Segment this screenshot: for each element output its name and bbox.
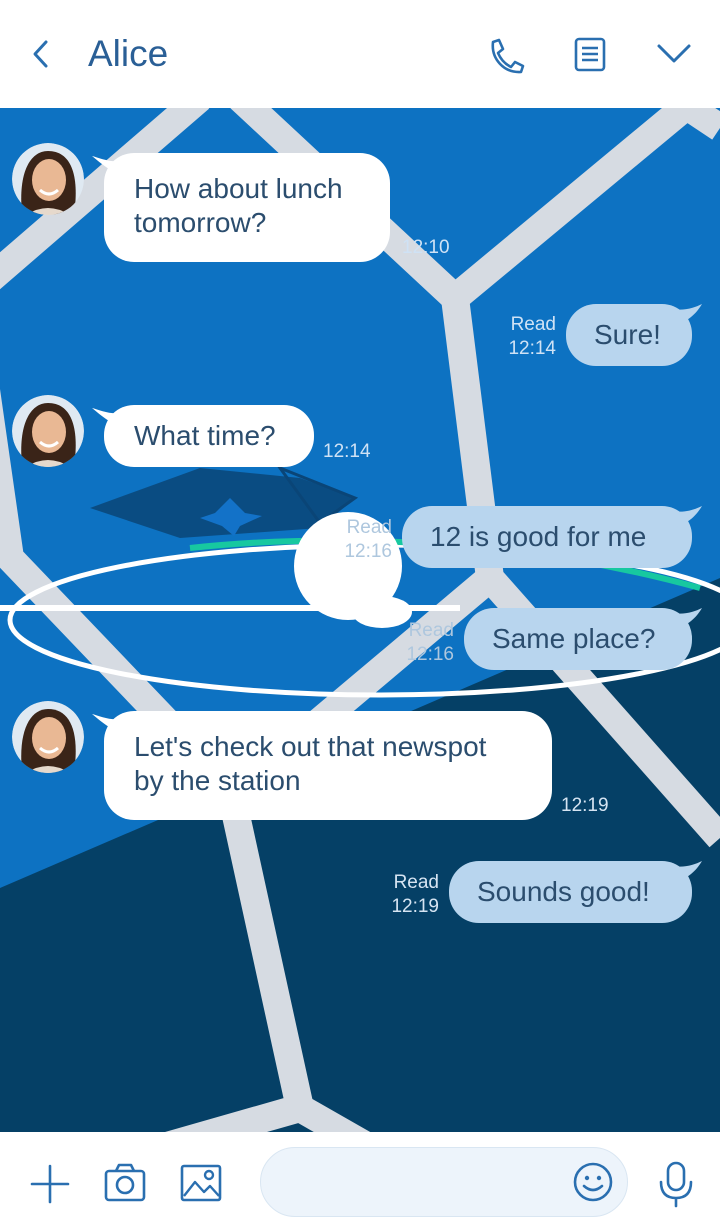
message-time: 12:19 xyxy=(391,896,439,917)
plus-icon xyxy=(30,1164,70,1204)
read-receipt: Read xyxy=(510,314,556,335)
camera-icon xyxy=(104,1163,146,1202)
message-time: 12:14 xyxy=(323,441,371,462)
avatar[interactable] xyxy=(12,395,84,467)
add-button[interactable] xyxy=(28,1162,72,1206)
message-text-line: by the station xyxy=(134,765,301,796)
avatar[interactable] xyxy=(12,143,84,215)
notes-button[interactable] xyxy=(570,34,610,74)
bubble-tail xyxy=(668,304,702,326)
back-arrow-icon xyxy=(33,40,48,68)
message-bubble[interactable]: Same place? xyxy=(464,608,692,670)
camera-button[interactable] xyxy=(102,1162,148,1204)
read-receipt: Read xyxy=(393,872,439,893)
bubble-tail xyxy=(668,608,702,630)
message-input[interactable] xyxy=(260,1147,628,1217)
message-time: 12:14 xyxy=(508,338,556,359)
phone-icon xyxy=(491,38,525,74)
chat-title: Alice xyxy=(88,33,169,74)
smiley-icon xyxy=(573,1162,613,1202)
microphone-icon xyxy=(659,1161,693,1208)
chat-header: Alice xyxy=(0,0,720,108)
message-bubble[interactable]: 12 is good for me xyxy=(402,506,692,568)
call-button[interactable] xyxy=(484,34,528,78)
notes-icon xyxy=(574,37,606,72)
read-receipt: Read xyxy=(408,620,454,641)
message-time: 12:10 xyxy=(402,237,450,258)
avatar-photo xyxy=(12,701,84,773)
message-time: 12:19 xyxy=(561,795,609,816)
gallery-button[interactable] xyxy=(178,1162,224,1204)
message-bubble[interactable]: Sounds good! xyxy=(449,861,692,923)
message-text-line: tomorrow? xyxy=(134,207,267,238)
avatar-photo xyxy=(12,395,84,467)
back-button[interactable] xyxy=(24,34,60,74)
avatar-photo xyxy=(12,143,84,215)
bubble-tail xyxy=(668,861,702,883)
message-text-line: How about lunch xyxy=(134,173,343,204)
voice-button[interactable] xyxy=(656,1160,696,1208)
chat-area[interactable]: How about lunch tomorrow? 12:10 Read 12:… xyxy=(0,108,720,1132)
bubble-tail xyxy=(668,506,702,528)
message-bubble[interactable]: How about lunch tomorrow? xyxy=(104,153,390,262)
message-time: 12:16 xyxy=(406,644,454,665)
message-bubble[interactable]: What time? xyxy=(104,405,314,467)
chevron-down-icon xyxy=(657,44,691,63)
message-bubble[interactable]: Let's check out that newspot by the stat… xyxy=(104,711,552,820)
message-text-line: What time? xyxy=(134,420,276,451)
read-receipt: Read xyxy=(346,517,392,538)
message-composer xyxy=(0,1132,720,1232)
message-text-line: Let's check out that newspot xyxy=(134,731,487,762)
emoji-button[interactable] xyxy=(572,1161,614,1203)
image-icon xyxy=(180,1164,222,1202)
message-time: 12:16 xyxy=(344,541,392,562)
avatar[interactable] xyxy=(12,701,84,773)
menu-toggle-button[interactable] xyxy=(654,36,694,72)
